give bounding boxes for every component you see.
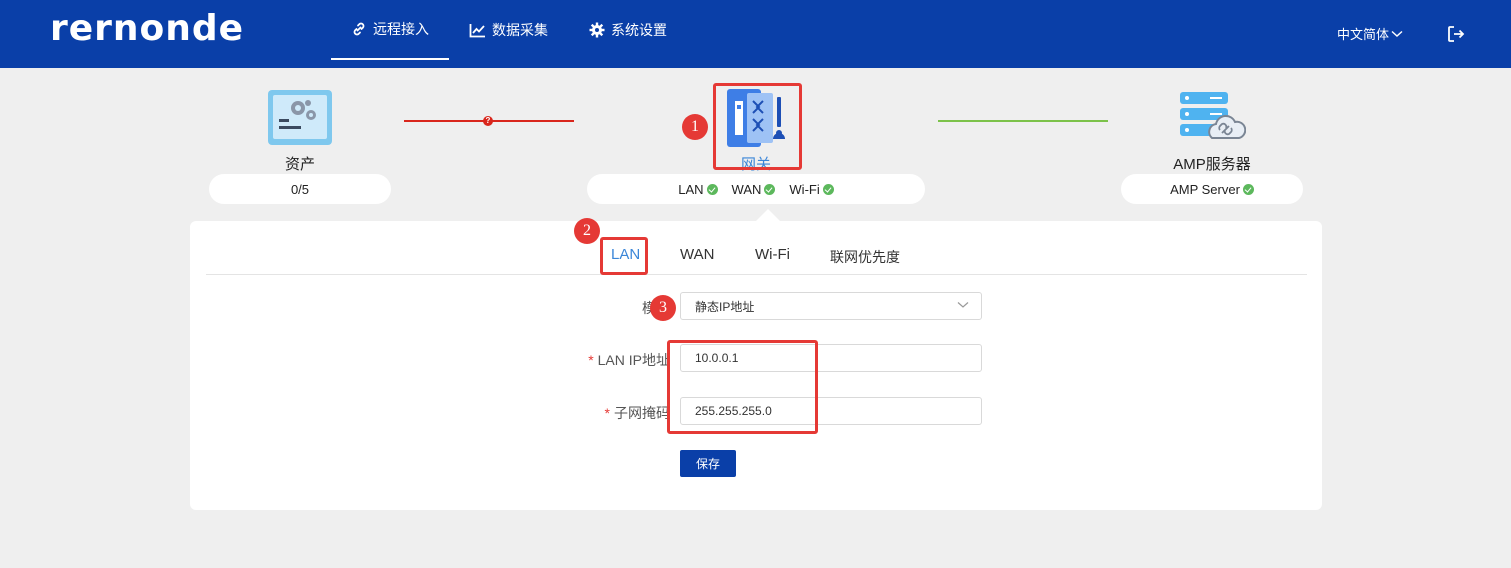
gateway-server-link [938, 120, 1108, 122]
annotation-badge-2: 2 [574, 218, 600, 244]
annotation-badge-3: 3 [650, 295, 676, 321]
link-error-icon[interactable]: ? [483, 116, 493, 126]
annotation-box-lan-tab [600, 237, 648, 275]
annotation-box-ip-fields [667, 340, 818, 434]
asset-count: 0/5 [290, 181, 310, 197]
link-icon [353, 22, 365, 36]
subnet-mask-label-text: 子网掩码 [614, 405, 670, 421]
tab-wan[interactable]: WAN [680, 246, 714, 263]
asset-count-pill: 0/5 [209, 174, 391, 204]
lan-ip-label: * LAN IP地址 [540, 350, 670, 370]
language-label: 中文简体 [1337, 27, 1390, 42]
tab-divider [206, 274, 1307, 275]
server-status-label: AMP Server [1170, 181, 1240, 197]
gateway-status-pill: LAN WAN Wi-Fi [587, 174, 925, 204]
tab-network-priority[interactable]: 联网优先度 [830, 247, 900, 267]
required-mark: * [588, 352, 594, 368]
tab-wifi[interactable]: Wi-Fi [755, 246, 790, 263]
save-button[interactable]: 保存 [680, 450, 736, 477]
chevron-down-icon [1391, 30, 1403, 37]
logout-button[interactable] [1446, 24, 1466, 49]
server-ok-icon [1242, 183, 1254, 195]
logout-icon [1448, 26, 1465, 42]
subnet-mask-label: * 子网掩码 [540, 403, 670, 423]
top-navbar: rernonde 远程接入 数据采集 系统设置 中文简体 [0, 0, 1511, 68]
language-selector[interactable]: 中文简体 [1337, 24, 1403, 43]
lan-ip-label-text: LAN IP地址 [597, 352, 670, 368]
gear-icon [589, 22, 605, 38]
required-mark: * [604, 405, 610, 421]
nav-label: 系统设置 [611, 22, 667, 38]
server-status-pill: AMP Server [1121, 174, 1303, 204]
nav-remote-access[interactable]: 远程接入 [331, 0, 449, 60]
chevron-down-icon [957, 302, 969, 308]
wan-ok-icon [764, 183, 776, 195]
server-title: AMP服务器 [1173, 156, 1251, 173]
asset-icon[interactable] [267, 89, 333, 151]
asset-title: 资产 [284, 156, 315, 173]
lan-ok-icon [706, 183, 718, 195]
annotation-badge-1: 1 [682, 114, 708, 140]
nav-label: 远程接入 [373, 21, 429, 37]
server-icon[interactable] [1180, 92, 1247, 147]
wifi-ok-icon [822, 183, 834, 195]
lan-status-label: LAN [678, 181, 704, 197]
brand-logo: rernonde [50, 8, 245, 49]
mode-select[interactable]: 静态IP地址 [680, 292, 982, 320]
nav-data-collection[interactable]: 数据采集 [469, 0, 548, 60]
wifi-status-label: Wi-Fi [789, 181, 820, 197]
wan-status-label: WAN [731, 181, 762, 197]
mode-value: 静态IP地址 [695, 299, 755, 314]
panel-pointer [756, 209, 780, 221]
chart-icon [469, 23, 485, 37]
annotation-box-gateway [713, 83, 802, 170]
nav-system-settings[interactable]: 系统设置 [589, 0, 667, 60]
nav-label: 数据采集 [492, 22, 548, 38]
